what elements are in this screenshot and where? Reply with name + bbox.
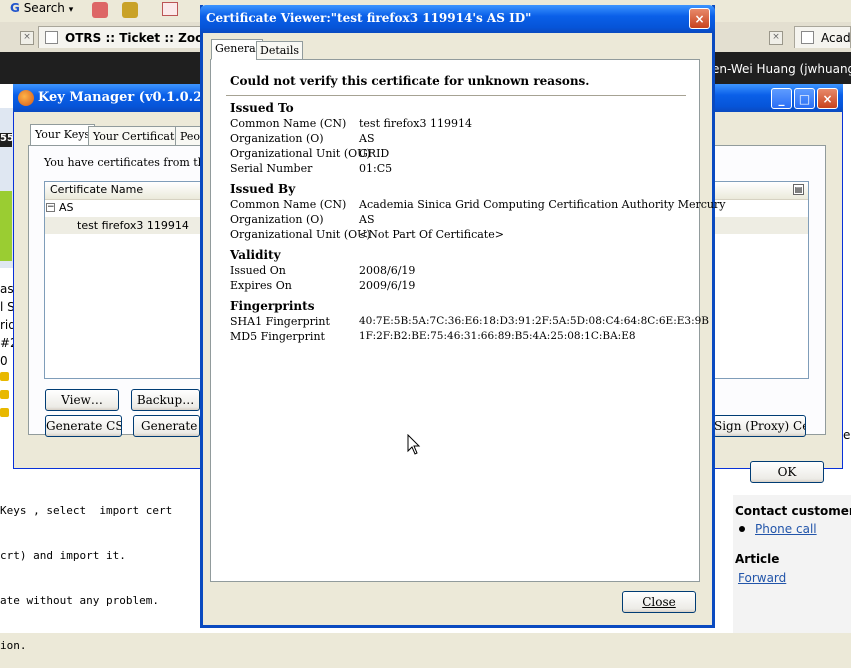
page-icon — [801, 31, 814, 44]
field-value: GRID — [359, 147, 390, 160]
field-value: AS — [359, 213, 375, 226]
field-value: 1F:2F:B2:BE:75:46:31:66:89:B5:4A:25:08:1… — [359, 330, 636, 342]
field-value: AS — [359, 132, 375, 145]
issued-by-heading: Issued By — [230, 182, 296, 196]
forward-link[interactable]: Forward — [738, 571, 786, 585]
sign-proxy-cert-button[interactable]: Sign (Proxy) Cert — [713, 415, 806, 437]
generate-self-signed-button[interactable]: Generate Sel — [133, 415, 200, 437]
certificate-viewer-title: Certificate Viewer:"test firefox3 119914… — [206, 11, 532, 25]
search-engine-box[interactable]: G Search ▾ — [10, 1, 73, 15]
field-label: SHA1 Fingerprint — [230, 315, 330, 328]
field-label: Common Name (CN) — [230, 198, 347, 211]
tab-otrs[interactable]: OTRS :: Ticket :: Zoom — [38, 26, 208, 48]
mouse-cursor-icon — [407, 434, 421, 455]
tree-item-cert[interactable]: test firefox3 119914 — [77, 219, 189, 232]
puzzle-icon[interactable] — [122, 2, 138, 18]
verification-status: Could not verify this certificate for un… — [230, 74, 590, 88]
google-icon: G — [10, 1, 20, 15]
ok-button[interactable]: OK — [750, 461, 824, 483]
minimize-button[interactable]: _ — [771, 88, 792, 109]
contact-customer-heading: Contact customer (p — [735, 504, 851, 518]
tab-academia[interactable]: Acaden — [794, 26, 851, 48]
field-label: Serial Number — [230, 162, 313, 175]
tab-details[interactable]: Details — [256, 41, 303, 60]
lock-icon — [0, 372, 9, 381]
firefox-icon — [18, 90, 34, 106]
backup-button[interactable]: Backup… — [131, 389, 200, 411]
close-tab-icon[interactable]: × — [20, 31, 34, 45]
field-label: Expires On — [230, 279, 292, 292]
lock-icon — [0, 390, 9, 399]
field-value: 01:C5 — [359, 162, 393, 175]
lock-icon — [0, 408, 9, 417]
field-value: 2008/6/19 — [359, 264, 416, 277]
field-value: test firefox3 119914 — [359, 117, 472, 130]
field-value: <Not Part Of Certificate> — [359, 228, 504, 241]
issued-to-heading: Issued To — [230, 101, 294, 115]
field-label: Issued On — [230, 264, 286, 277]
otrs-article-body: Keys , select import cert crt) and impor… — [0, 504, 173, 652]
close-tab-icon[interactable]: × — [769, 31, 783, 45]
otrs-status-strip — [0, 191, 12, 261]
field-label: Common Name (CN) — [230, 117, 347, 130]
phone-call-link[interactable]: Phone call — [755, 522, 817, 536]
tab-people[interactable]: Peop — [175, 126, 201, 146]
user-name: en-Wei Huang (jwhuang@ — [712, 62, 851, 76]
article-heading: Article — [735, 552, 780, 566]
close-button[interactable]: × — [689, 8, 710, 29]
field-label: Organizational Unit (OU) — [230, 147, 371, 160]
tree-group-as[interactable]: AS — [59, 201, 74, 214]
divider — [226, 95, 686, 96]
field-label: Organization (O) — [230, 132, 324, 145]
field-value: 2009/6/19 — [359, 279, 416, 292]
field-label: Organizational Unit (OU) — [230, 228, 371, 241]
chevron-down-icon: ▾ — [68, 5, 74, 15]
tab-your-keys[interactable]: Your Keys — [30, 124, 96, 146]
validity-heading: Validity — [230, 248, 281, 262]
collapse-icon[interactable]: − — [46, 203, 55, 212]
close-button[interactable]: × — [817, 88, 838, 109]
bookmark-icon[interactable] — [92, 2, 108, 18]
field-label: MD5 Fingerprint — [230, 330, 325, 343]
view-button[interactable]: View… — [45, 389, 119, 411]
mail-icon[interactable] — [162, 2, 178, 16]
maximize-button[interactable]: □ — [794, 88, 815, 109]
bullet-icon — [739, 526, 745, 532]
page-icon — [45, 31, 58, 44]
field-value: 40:7E:5B:5A:7C:36:E6:18:D3:91:2F:5A:5D:0… — [359, 315, 710, 327]
column-picker-icon[interactable]: ▤ — [793, 184, 804, 195]
fingerprints-heading: Fingerprints — [230, 299, 315, 313]
generate-csr-button[interactable]: Generate CSR — [45, 415, 122, 437]
field-label: Organization (O) — [230, 213, 324, 226]
field-value: Academia Sinica Grid Computing Certifica… — [359, 198, 726, 211]
close-dialog-button[interactable]: Close — [622, 591, 696, 613]
